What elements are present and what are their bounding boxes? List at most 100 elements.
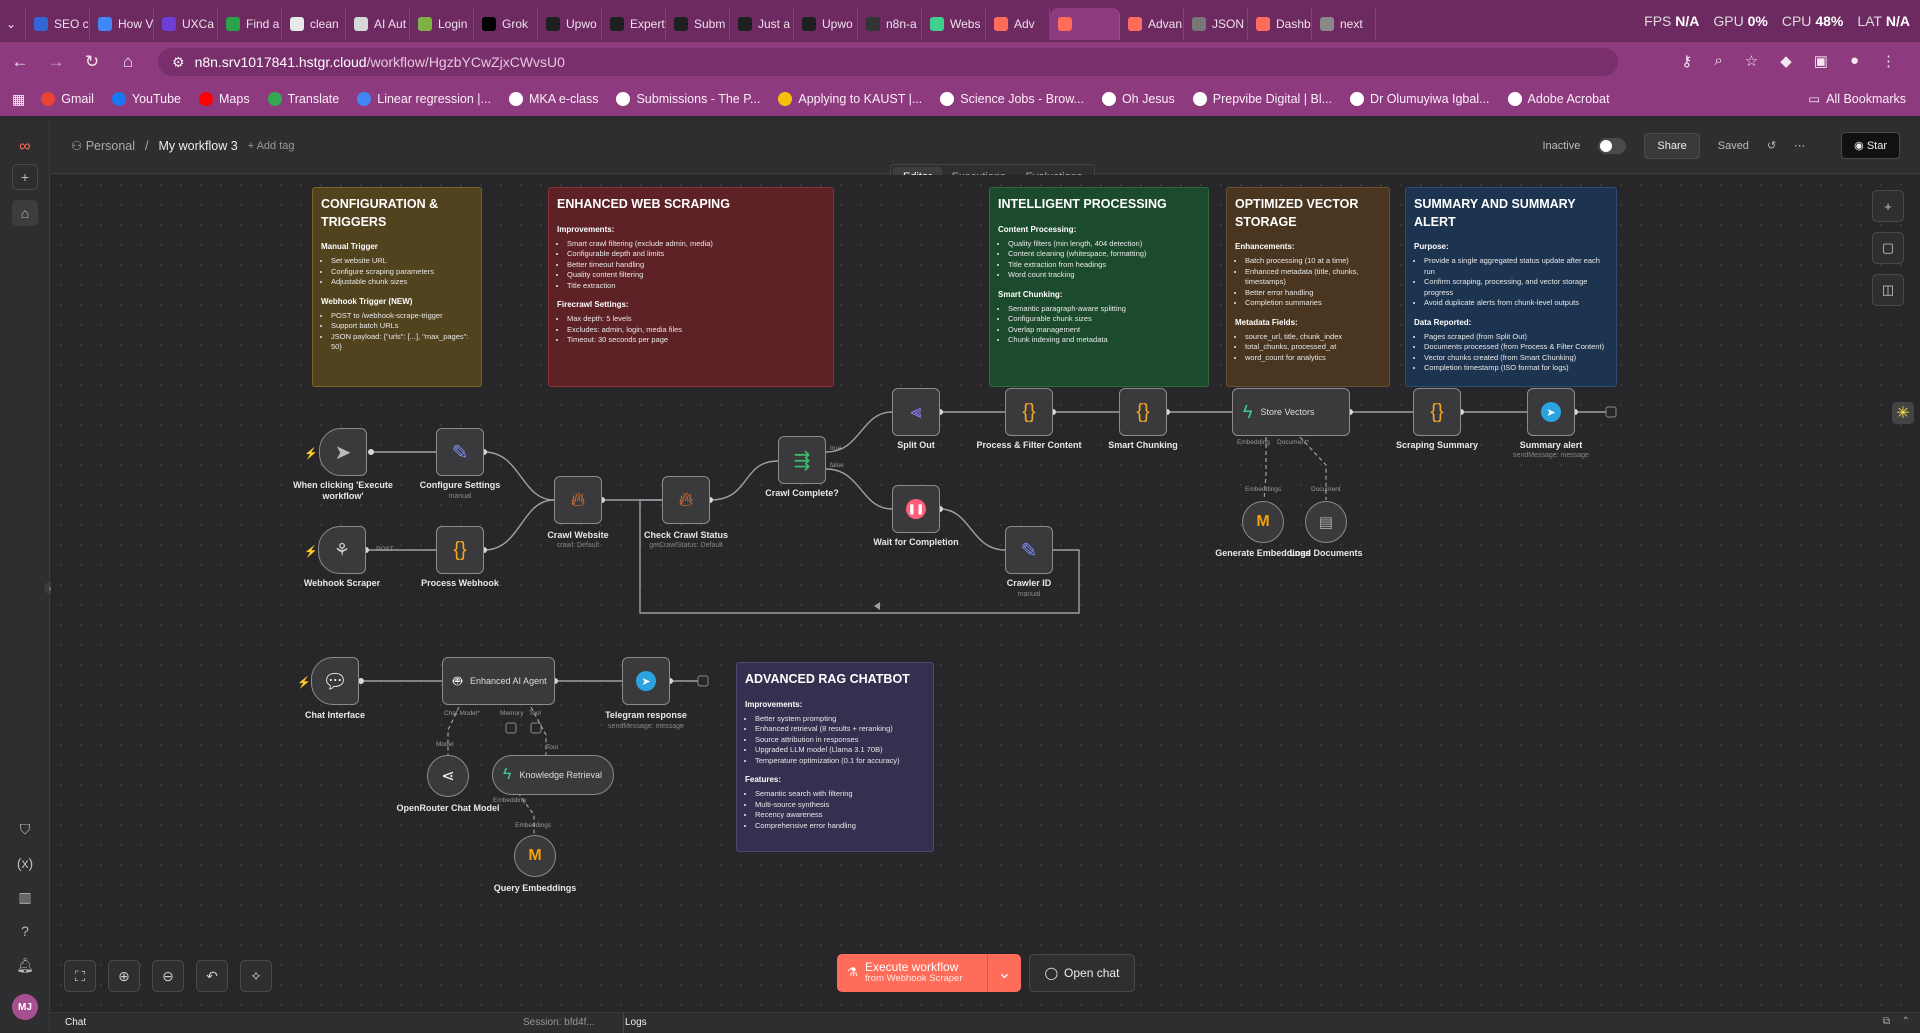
bookmark-item[interactable]: Dr Olumuyiwa Igbal...: [1350, 92, 1490, 106]
bookmark-item[interactable]: Maps: [199, 92, 250, 106]
panel-toggle-button[interactable]: ◫: [1872, 274, 1904, 306]
browser-tab[interactable]: n8n-a: [858, 8, 922, 40]
browser-tab[interactable]: Upwo: [538, 8, 602, 40]
bookmark-item[interactable]: Submissions - The P...: [616, 92, 760, 106]
profile-avatar[interactable]: ●: [1850, 52, 1859, 70]
all-bookmarks[interactable]: ▭ All Bookmarks: [1808, 91, 1906, 107]
bookmark-star-icon[interactable]: ☆: [1745, 52, 1758, 70]
browser-tab[interactable]: Find a: [218, 8, 282, 40]
github-star-button[interactable]: ◉ Star: [1841, 132, 1900, 159]
menu-icon[interactable]: ⋮: [1881, 52, 1896, 70]
browser-tab[interactable]: clean: [282, 8, 346, 40]
add-memory-icon[interactable]: [505, 722, 517, 734]
smart-chunking-node[interactable]: {}: [1119, 388, 1167, 436]
load-documents-node[interactable]: ▤: [1305, 501, 1347, 543]
url-field[interactable]: ⚙ n8n.srv1017841.hstgr.cloud/workflow/Hg…: [158, 48, 1618, 76]
telegram-response-node[interactable]: ➤: [622, 657, 670, 705]
browser-tab[interactable]: Subm: [666, 8, 730, 40]
project-link[interactable]: ⚇ Personal: [71, 138, 135, 153]
collapse-icon[interactable]: ⌃: [1902, 1016, 1910, 1027]
note-summary[interactable]: SUMMARY AND SUMMARY ALERT Purpose: Provi…: [1405, 187, 1617, 387]
add-tag-link[interactable]: + Add tag: [248, 140, 295, 152]
logs-panel-label[interactable]: Logs: [625, 1017, 647, 1028]
note-processing[interactable]: INTELLIGENT PROCESSING Content Processin…: [989, 187, 1209, 387]
add-node-icon[interactable]: [697, 675, 709, 687]
configure-settings-node[interactable]: ✎: [436, 428, 484, 476]
browser-tab[interactable]: Advan: [1120, 8, 1184, 40]
ai-agent-node[interactable]: 🤖︎ Enhanced AI Agent: [442, 657, 555, 705]
workflow-canvas[interactable]: ⚡ ⚡ ⚡ CONFIGURATION & TRIGGERS Manual Tr…: [51, 175, 1920, 1012]
bookmark-item[interactable]: Translate: [267, 92, 339, 106]
home-icon[interactable]: ⌂: [112, 46, 144, 78]
tab-search-button[interactable]: ⌄: [0, 8, 26, 40]
zoom-in-icon[interactable]: ⊕: [108, 960, 140, 992]
add-tool-icon[interactable]: [530, 722, 542, 734]
fit-view-icon[interactable]: ⛶: [64, 960, 96, 992]
note-rag[interactable]: ADVANCED RAG CHATBOT Improvements: Bette…: [736, 662, 934, 852]
store-vectors-node[interactable]: ϟ Store Vectors: [1232, 388, 1350, 436]
bookmark-item[interactable]: Prepvibe Digital | Bl...: [1192, 92, 1332, 106]
history-icon[interactable]: ↺: [1767, 139, 1776, 152]
knowledge-retrieval-node[interactable]: ϟ Knowledge Retrieval: [492, 755, 614, 795]
key-icon[interactable]: ⚷: [1681, 52, 1692, 70]
extensions-icon[interactable]: ▣: [1814, 52, 1828, 70]
undo-icon[interactable]: ↶: [196, 960, 228, 992]
home-nav-icon[interactable]: ⌂: [12, 200, 38, 226]
back-icon[interactable]: ←: [4, 46, 36, 78]
wait-node[interactable]: ❚❚: [892, 485, 940, 533]
process-filter-node[interactable]: {}: [1005, 388, 1053, 436]
bookmark-item[interactable]: Adobe Acrobat: [1507, 92, 1610, 106]
browser-tab[interactable]: Adv: [986, 8, 1050, 40]
popout-icon[interactable]: ⧉: [1883, 1016, 1890, 1027]
tidy-up-icon[interactable]: ✧: [240, 960, 272, 992]
insights-icon[interactable]: ▥: [12, 884, 38, 910]
more-options-icon[interactable]: ⋯: [1794, 139, 1805, 152]
process-webhook-node[interactable]: {}: [436, 526, 484, 574]
browser-tab[interactable]: Expert: [602, 8, 666, 40]
generate-embeddings-node[interactable]: M: [1242, 501, 1284, 543]
browser-tab[interactable]: Grok: [474, 8, 538, 40]
chat-interface-node[interactable]: 💬︎: [311, 657, 359, 705]
workflow-name[interactable]: My workflow 3: [159, 139, 238, 153]
execute-dropdown-icon[interactable]: ⌄: [987, 954, 1021, 992]
browser-tab[interactable]: Dashb: [1248, 8, 1312, 40]
sticky-note-button[interactable]: ▢: [1872, 232, 1904, 264]
zoom-out-icon[interactable]: ⊖: [152, 960, 184, 992]
execute-workflow-button[interactable]: ⚗ Execute workflow from Webhook Scraper ⌄: [837, 954, 1021, 992]
active-toggle[interactable]: [1598, 137, 1627, 154]
browser-tab[interactable]: UXCa: [154, 8, 218, 40]
open-chat-button[interactable]: ◯ Open chat: [1029, 954, 1135, 992]
split-out-node[interactable]: ⫷: [892, 388, 940, 436]
browser-tab[interactable]: SEO c: [26, 8, 90, 40]
n8n-logo-icon[interactable]: ∞: [12, 134, 38, 160]
query-embeddings-node[interactable]: M: [514, 835, 556, 877]
reload-icon[interactable]: ↻: [76, 46, 108, 78]
note-configuration[interactable]: CONFIGURATION & TRIGGERS Manual Trigger …: [312, 187, 482, 387]
bookmark-item[interactable]: Linear regression |...: [357, 92, 491, 106]
bookmark-item[interactable]: MKA e-class: [508, 92, 598, 106]
apps-grid-icon[interactable]: ▦: [12, 91, 25, 108]
summary-alert-node[interactable]: ➤: [1527, 388, 1575, 436]
bookmark-item[interactable]: YouTube: [111, 92, 181, 106]
browser-tab[interactable]: AI Aut: [346, 8, 410, 40]
zoom-icon[interactable]: ⌕: [1714, 52, 1722, 70]
extension-shield-icon[interactable]: ◆: [1780, 52, 1792, 70]
browser-tab[interactable]: Upwo: [794, 8, 858, 40]
browser-tab[interactable]: Just a: [730, 8, 794, 40]
add-icon[interactable]: +: [12, 164, 38, 190]
bookmark-item[interactable]: Science Jobs - Brow...: [940, 92, 1084, 106]
browser-tab[interactable]: How V: [90, 8, 154, 40]
crawl-website-node[interactable]: 🔥︎: [554, 476, 602, 524]
browser-tab[interactable]: next: [1312, 8, 1376, 40]
crawl-complete-node[interactable]: ⇶: [778, 436, 826, 484]
share-button[interactable]: Share: [1644, 132, 1700, 159]
notifications-icon[interactable]: 🔔︎: [12, 952, 38, 978]
browser-tab[interactable]: [1050, 8, 1120, 40]
webhook-node[interactable]: ⚘: [318, 526, 366, 574]
templates-icon[interactable]: ⛉: [12, 816, 38, 842]
ai-assistant-icon[interactable]: ✳: [1892, 402, 1914, 424]
openrouter-node[interactable]: ⋖: [427, 755, 469, 797]
add-node-button[interactable]: +: [1872, 190, 1904, 222]
help-icon[interactable]: ?: [12, 918, 38, 944]
user-avatar[interactable]: MJ: [12, 994, 38, 1020]
